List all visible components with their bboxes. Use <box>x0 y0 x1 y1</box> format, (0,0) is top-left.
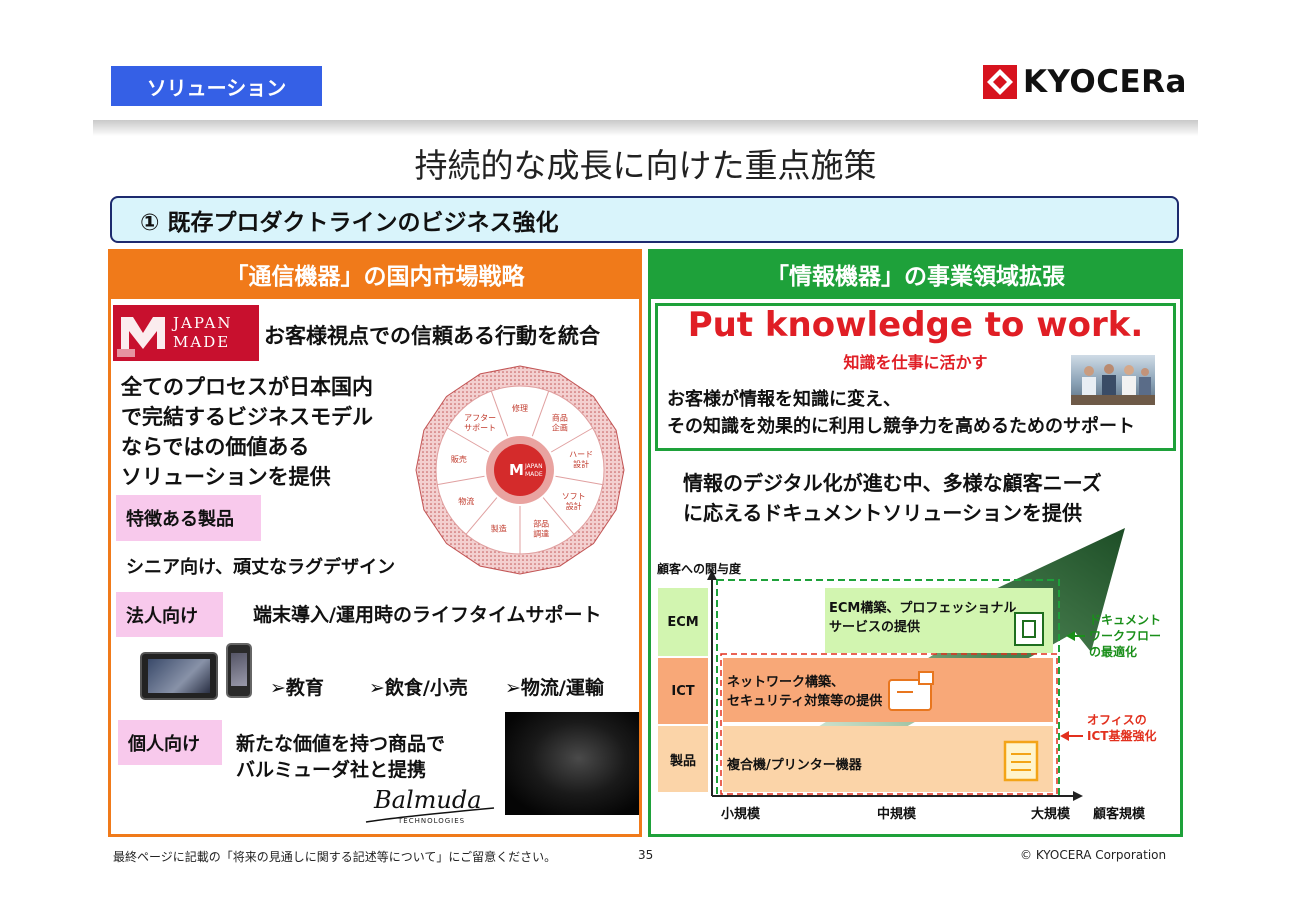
kyocera-logo-text: KYOCERa <box>1023 64 1187 100</box>
cycle-center-word-2: MADE <box>525 471 543 478</box>
page-number: 35 <box>638 848 654 862</box>
printer-icon <box>1003 740 1039 782</box>
personal-tag: 個人向け <box>118 720 222 765</box>
y-axis-label: 顧客への関与度 <box>657 562 742 576</box>
left-panel-heading: 「通信機器」の国内市場戦略 <box>108 249 642 299</box>
right-description: 情報のデジタル化が進む中、多様な顧客ニーズ に応えるドキュメントソリューションを… <box>683 471 1102 525</box>
left-description: 全てのプロセスが日本国内 で完結するビジネスモデル ならではの価値ある ソリュー… <box>121 375 373 489</box>
right-panel-heading: 「情報機器」の事業領域拡張 <box>648 249 1183 299</box>
header-divider <box>93 120 1198 136</box>
ict-box-text: ネットワーク構築、 セキュリティ対策等の提供 <box>727 675 883 709</box>
cycle-segment-label: アフターサポート <box>464 414 496 433</box>
corporate-tag: 法人向け <box>116 592 223 637</box>
x-tick-small: 小規模 <box>721 807 761 822</box>
market-logistics: ➢物流/運輸 <box>505 677 604 699</box>
tablet-image <box>140 652 218 700</box>
value-chain-cycle-diagram: M JAPAN MADE 修理商品企画ハード設計ソフト設計部品調達製造物流販売ア… <box>415 365 625 575</box>
cycle-segment-label: 修理 <box>512 403 528 413</box>
ecm-box-text: ECM構築、プロフェッショナル サービスの提供 <box>829 601 1017 635</box>
row-label-product: 製品 <box>669 753 696 769</box>
page-title: 持続的な成長に向けた重点施策 <box>414 146 877 185</box>
document-icon <box>1014 612 1044 646</box>
balmuda-logo-text: Balmuda <box>373 786 482 814</box>
slogan: Put knowledge to work. <box>687 305 1144 345</box>
features-tag: 特徴ある製品 <box>116 495 261 541</box>
solution-matrix-diagram: 顧客への関与度 ECM ICT 製品 ECM構築、プロフェッショナル サービスの… <box>655 520 1180 825</box>
market-food-retail: ➢飲食/小売 <box>369 677 468 699</box>
market-education: ➢教育 <box>270 677 324 699</box>
x-tick-medium: 中規模 <box>877 807 917 822</box>
japan-made-logo: JAPAN MADE <box>113 305 259 361</box>
green-note: ドキュメント ワークフロー の最適化 <box>1089 613 1162 659</box>
cycle-segment-label: 製造 <box>491 523 507 533</box>
svg-text:M: M <box>509 461 524 479</box>
japan-made-logo-words: JAPAN MADE <box>173 314 233 351</box>
phone-image <box>226 643 252 698</box>
copyright: © KYOCERA Corporation <box>1020 848 1167 862</box>
x-axis-arrow-icon <box>1073 791 1083 801</box>
red-note: オフィスの ICT基盤強化 <box>1087 713 1157 743</box>
row-label-ecm: ECM <box>667 614 699 630</box>
kyocera-mark-icon <box>983 65 1017 99</box>
cycle-segment-label: 販売 <box>451 454 467 464</box>
red-note-arrow-icon <box>1060 731 1069 741</box>
kyocera-logo: KYOCERa <box>983 64 1187 100</box>
footer-disclaimer: 最終ページに記載の「将来の見通しに関する記述等について」にご留意ください。 <box>113 850 557 864</box>
section-tag: ソリューション <box>111 66 322 106</box>
cycle-segment-label: 部品調達 <box>533 518 549 538</box>
balmuda-logo-sub: TECHNOLOGIES <box>398 817 466 825</box>
balmuda-phone-photo <box>505 712 639 815</box>
cycle-segment-label: 物流 <box>458 496 474 506</box>
product-box-text: 複合機/プリンター機器 <box>727 758 862 773</box>
slogan-description: お客様が情報を知識に変え、 その知識を効果的に利用し競争力を高めるためのサポート <box>667 389 1135 437</box>
personal-text: 新たな価値を持つ商品で バルミューダ社と提携 <box>236 733 446 781</box>
japan-made-caption: お客様視点での信頼ある行動を統合 <box>264 324 600 348</box>
x-axis-label: 顧客規模 <box>1093 807 1146 822</box>
japan-made-mark-icon <box>117 317 165 357</box>
row-label-ict: ICT <box>671 683 695 699</box>
cycle-center-word-1: JAPAN <box>524 463 543 470</box>
x-tick-large: 大規模 <box>1031 807 1071 822</box>
features-text: シニア向け、頑丈なラグデザイン <box>126 557 396 578</box>
corporate-text: 端末導入/運用時のライフタイムサポート <box>253 604 602 626</box>
subheading: ① 既存プロダクトラインのビジネス強化 <box>110 196 1179 243</box>
